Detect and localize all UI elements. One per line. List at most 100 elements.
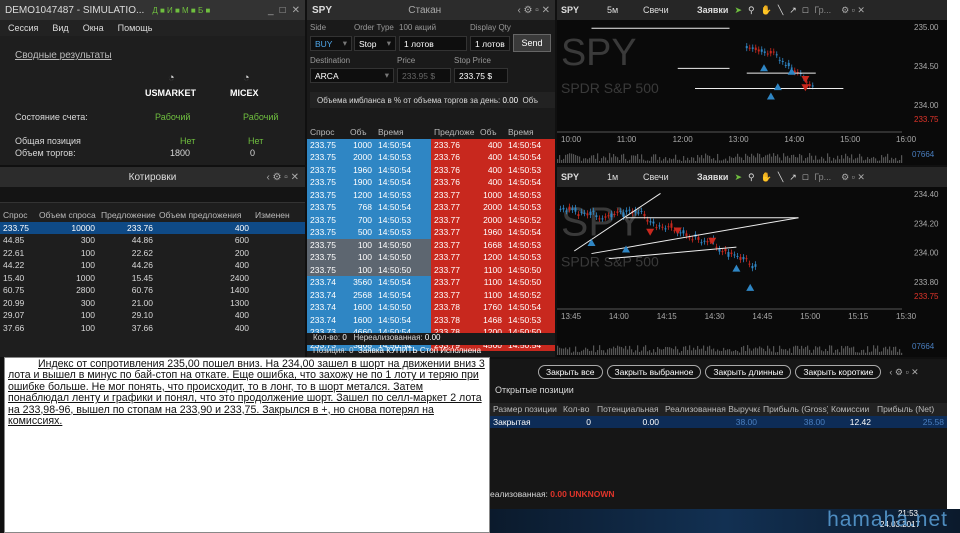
display-qty-field[interactable]: 1 лотов <box>470 36 510 51</box>
chart2-orders-toggle[interactable]: Заявки <box>697 172 728 182</box>
chart2-more[interactable]: Гр... <box>814 172 831 182</box>
market-micex: MICEX <box>230 88 259 98</box>
quantity-field[interactable]: 1 лотов <box>399 36 467 51</box>
pan-icon[interactable]: ✋ <box>761 5 772 16</box>
volume-bar <box>611 157 613 163</box>
panel-controls[interactable]: ‹ ⚙ ▫ ✕ <box>517 5 550 16</box>
chart1-symbol[interactable]: SPY <box>561 5 601 15</box>
rect-tool-icon[interactable]: □ <box>803 172 808 182</box>
arrow-tool-icon[interactable]: ↗ <box>789 172 797 183</box>
price-field[interactable]: 233.95 $ <box>397 68 451 83</box>
arrow-tool-icon[interactable]: ↗ <box>789 5 797 16</box>
candle-body <box>610 213 613 218</box>
menu-help[interactable]: Помощь <box>118 23 153 33</box>
candle-body <box>793 70 796 73</box>
table-row[interactable]: 233.75 1900 14:50:54 233.76 400 14:50:54 <box>307 176 555 189</box>
volume-bar <box>871 351 873 355</box>
volume-bar <box>733 350 735 355</box>
send-button[interactable]: Send <box>513 34 551 52</box>
close-all-button[interactable]: Закрыть все <box>538 365 603 379</box>
panel-controls[interactable]: ‹ ⚙ ▫ ✕ <box>889 367 918 378</box>
table-row[interactable]: 233.75 1200 14:50:53 233.77 1000 14:50:53 <box>307 188 555 201</box>
volume-bar <box>591 350 593 355</box>
line-tool-icon[interactable]: ╲ <box>778 5 783 16</box>
volume-bar <box>735 156 737 163</box>
table-row[interactable]: 233.75 1000 14:50:54 233.76 400 14:50:54 <box>307 138 555 151</box>
volume-bar <box>863 349 865 355</box>
chart1-candles[interactable]: SPY SPDR S&P 500 235.00 234.50 234.00 233.75 1… <box>557 20 947 165</box>
table-row[interactable]: 233.75 100 14:50:50 233.77 1100 14:50:50 <box>307 263 555 276</box>
menu-windows[interactable]: Окна <box>83 23 104 33</box>
volume-bar <box>813 349 815 355</box>
volume-bar <box>881 351 883 355</box>
menu-session[interactable]: Сессия <box>8 23 38 33</box>
table-row[interactable]: Закрытая 0 0.00 38.00 38.00 12.42 25.58 <box>490 415 947 428</box>
table-row[interactable]: 233.75 1960 14:50:54 233.76 400 14:50:53 <box>307 163 555 176</box>
positions-footer: еализованная: 0.00 UNKNOWN <box>490 489 615 499</box>
cursor-icon[interactable]: ➤ <box>734 5 742 16</box>
volume-bar <box>771 351 773 355</box>
table-row[interactable]: 233.74 3560 14:50:54 233.77 1100 14:50:50 <box>307 276 555 289</box>
chart1-type[interactable]: Свечи <box>643 5 691 15</box>
table-row[interactable]: 15.40 1000 15.45 2400 <box>0 272 305 285</box>
table-row[interactable]: 233.75 10000 233.76 400 <box>0 221 305 234</box>
volume-bar <box>639 351 641 355</box>
close-short-button[interactable]: Закрыть короткие <box>795 365 882 379</box>
table-row[interactable]: 37.66 100 37.66 400 <box>0 322 305 335</box>
summary-results-link[interactable]: Сводные результаты <box>15 50 112 61</box>
account-menu-bar: Сессия Вид Окна Помощь <box>0 20 305 36</box>
table-row[interactable]: 44.22 100 44.26 400 <box>0 259 305 272</box>
cursor-icon[interactable]: ➤ <box>734 172 742 183</box>
line-tool-icon[interactable]: ╲ <box>778 172 783 183</box>
table-row[interactable]: 29.07 100 29.10 400 <box>0 309 305 322</box>
chart1-orders-toggle[interactable]: Заявки <box>697 5 728 15</box>
quotes-symbol-input[interactable] <box>0 187 305 203</box>
table-row[interactable]: 233.75 500 14:50:53 233.77 1960 14:50:54 <box>307 226 555 239</box>
volume-bar <box>817 159 819 163</box>
close-long-button[interactable]: Закрыть длинные <box>705 365 792 379</box>
table-row[interactable]: 233.75 2000 14:50:53 233.76 400 14:50:54 <box>307 151 555 164</box>
table-row[interactable]: 44.85 300 44.86 600 <box>0 234 305 247</box>
volume-bar <box>861 350 863 355</box>
chart1-more[interactable]: Гр... <box>814 5 831 15</box>
table-row[interactable]: 233.75 100 14:50:50 233.77 1668 14:50:53 <box>307 238 555 251</box>
order-book-symbol[interactable]: SPY <box>312 5 332 16</box>
candle-body <box>619 211 622 213</box>
chart2-candles[interactable]: SPYSPDR S&P 500234.40234.20234.00233.802… <box>557 187 947 357</box>
menu-view[interactable]: Вид <box>52 23 68 33</box>
pan-icon[interactable]: ✋ <box>761 172 772 183</box>
chart1-interval[interactable]: 5м <box>607 5 637 15</box>
chart2-interval[interactable]: 1м <box>607 172 637 182</box>
volume-bar <box>807 345 809 355</box>
volume-bar <box>887 349 889 355</box>
table-row[interactable]: 233.74 1600 14:50:54 233.78 1468 14:50:53 <box>307 313 555 326</box>
table-row[interactable]: 233.75 100 14:50:50 233.77 1200 14:50:53 <box>307 251 555 264</box>
table-row[interactable]: 60.75 2800 60.76 1400 <box>0 284 305 297</box>
table-row[interactable]: 233.74 1600 14:50:50 233.78 1760 14:50:54 <box>307 301 555 314</box>
table-row[interactable]: 233.75 768 14:50:54 233.77 2000 14:50:53 <box>307 201 555 214</box>
table-row[interactable]: 22.61 100 22.62 200 <box>0 247 305 260</box>
table-row[interactable]: 233.75 700 14:50:53 233.77 2000 14:50:52 <box>307 213 555 226</box>
panel-controls[interactable]: ‹ ⚙ ▫ ✕ <box>266 172 299 183</box>
close-icon[interactable]: ✕ <box>292 5 300 16</box>
candle-body <box>601 218 604 220</box>
close-selected-button[interactable]: Закрыть выбранное <box>606 365 702 379</box>
chart2-symbol[interactable]: SPY <box>561 172 601 182</box>
table-row[interactable]: 233.74 2568 14:50:54 233.77 1100 14:50:52 <box>307 288 555 301</box>
volume-bar <box>767 154 769 163</box>
maximize-icon[interactable]: □ <box>280 5 286 16</box>
zoom-icon[interactable]: ⚲ <box>748 172 755 183</box>
zoom-icon[interactable]: ⚲ <box>748 5 755 16</box>
chart2-type[interactable]: Свечи <box>643 172 691 182</box>
panel-controls[interactable]: ⚙ ▫ ✕ <box>841 5 865 16</box>
volume-bar <box>837 349 839 355</box>
panel-controls[interactable]: ⚙ ▫ ✕ <box>841 172 865 183</box>
side-select[interactable]: BUY ▾ <box>310 36 352 51</box>
order-type-select[interactable]: Stop ▾ <box>354 36 396 51</box>
minimize-icon[interactable]: _ <box>268 5 274 16</box>
rect-tool-icon[interactable]: □ <box>803 5 808 15</box>
destination-select[interactable]: ARCA ▾ <box>310 68 394 83</box>
stop-price-field[interactable]: 233.75 $ <box>454 68 508 83</box>
tab-open-positions[interactable]: Открытые позиции <box>490 385 947 399</box>
table-row[interactable]: 20.99 300 21.00 1300 <box>0 297 305 310</box>
